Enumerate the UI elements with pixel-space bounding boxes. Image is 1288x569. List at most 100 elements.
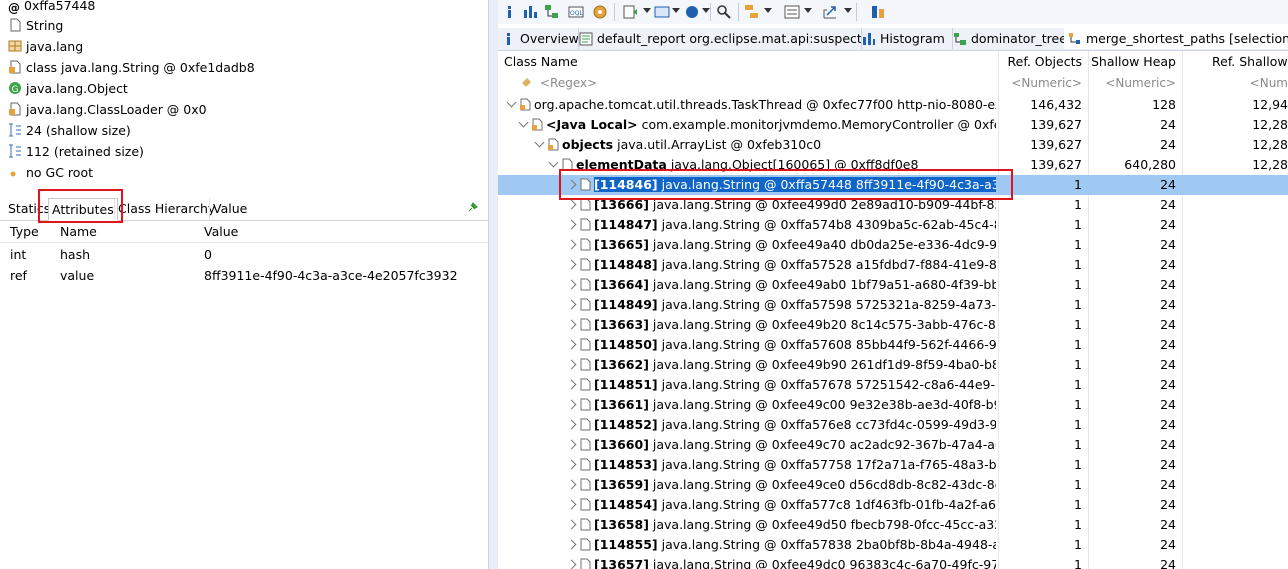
regex-filter-input[interactable]: <Regex> [540,73,980,93]
class-name-row[interactable]: String [8,16,63,36]
table-row[interactable]: [114852] java.lang.String @ 0xffa576e8 c… [498,415,1288,435]
ref-shallow-filter-input[interactable]: <Num [1182,73,1288,93]
chevron-right-icon[interactable] [566,559,577,569]
col-shallow-heap[interactable]: Shallow Heap [1088,51,1176,72]
table-row[interactable]: [13658] java.lang.String @ 0xfee49d50 fb… [498,515,1288,535]
table-row[interactable]: [13659] java.lang.String @ 0xfee49ce0 d5… [498,475,1288,495]
col-ref-objects[interactable]: Ref. Objects [998,51,1082,72]
table-row[interactable]: [114847] java.lang.String @ 0xffa574b8 4… [498,215,1288,235]
object-description: java.lang.String @ 0xffa574b8 4309ba5c-6… [657,217,996,232]
leak-suspects-icon[interactable] [684,4,700,20]
col-name[interactable]: Name [60,221,97,242]
table-row[interactable]: ref value 8ff3911e-4f90-4c3a-a3ce-4e2057… [0,265,488,286]
info-icon[interactable] [502,4,518,20]
table-row[interactable]: [13657] java.lang.String @ 0xfee49dc0 96… [498,555,1288,569]
table-row[interactable]: [13663] java.lang.String @ 0xfee49b20 8c… [498,315,1288,335]
object-address-row[interactable]: @0xffa57448 [8,0,95,16]
chevron-right-icon[interactable] [566,339,577,350]
pin-icon[interactable] [466,202,478,214]
chevron-right-icon[interactable] [566,519,577,530]
tab-value[interactable]: Value [209,198,250,219]
chevron-down-icon[interactable] [804,8,812,13]
chevron-down-icon[interactable] [548,157,559,168]
group-by-icon[interactable] [744,4,760,20]
tab-dominator-tree[interactable]: dominator_tree [949,28,1068,49]
chevron-right-icon[interactable] [566,279,577,290]
chevron-right-icon[interactable] [566,379,577,390]
chevron-right-icon[interactable] [566,259,577,270]
shallow-heap-cell: 24 [1160,237,1176,252]
class-name-cell: [114850] java.lang.String @ 0xffa57608 8… [594,335,996,355]
tab-class-hierarchy[interactable]: Class Hierarchy [114,198,218,219]
chevron-down-icon[interactable] [518,117,529,128]
chevron-right-icon[interactable] [566,199,577,210]
compare-icon[interactable] [870,4,886,20]
table-row[interactable]: int hash 0 [0,244,488,265]
histogram-icon[interactable] [522,4,538,20]
table-row[interactable]: [13661] java.lang.String @ 0xfee49c00 9e… [498,395,1288,415]
superclass-row[interactable]: Gjava.lang.Object [8,79,128,99]
table-row[interactable]: [13664] java.lang.String @ 0xfee49ab0 1b… [498,275,1288,295]
query-browser-icon[interactable] [654,4,670,20]
field-name: [13665] [594,237,649,252]
chevron-right-icon[interactable] [566,539,577,550]
ref-objects-filter-input[interactable]: <Numeric> [998,73,1082,93]
col-ref-shallow[interactable]: Ref. Shallow [1182,51,1288,72]
table-row[interactable]: org.apache.tomcat.util.threads.TaskThrea… [498,95,1288,115]
heap-dump-settings-icon[interactable] [592,4,608,20]
oql-icon[interactable]: OQL [568,4,584,20]
table-row[interactable]: [13665] java.lang.String @ 0xfee49a40 db… [498,235,1288,255]
table-row[interactable]: [114853] java.lang.String @ 0xffa57758 1… [498,455,1288,475]
chevron-down-icon[interactable] [506,97,517,108]
shallow-heap-filter-input[interactable]: <Numeric> [1088,73,1176,93]
chevron-down-icon[interactable] [534,137,545,148]
col-type[interactable]: Type [10,221,39,242]
chevron-down-icon[interactable] [672,8,680,13]
chevron-right-icon[interactable] [566,399,577,410]
table-row[interactable]: [114855] java.lang.String @ 0xffa57838 2… [498,535,1288,555]
export-icon[interactable] [822,4,838,20]
chevron-right-icon[interactable] [566,479,577,490]
chevron-right-icon[interactable] [566,299,577,310]
table-row[interactable]: [13660] java.lang.String @ 0xfee49c70 ac… [498,435,1288,455]
chevron-right-icon[interactable] [566,219,577,230]
chevron-right-icon[interactable] [566,459,577,470]
class-ref-row[interactable]: class java.lang.String @ 0xfe1dadb8 [8,58,255,78]
chevron-down-icon[interactable] [764,8,772,13]
class-file-icon [10,18,21,32]
object-description: java.lang.String @ 0xffa57528 a15fdbd7-f… [657,257,996,272]
class-name-text: [13663] java.lang.String @ 0xfee49b20 8c… [594,317,996,332]
tab-histogram[interactable]: Histogram [858,28,953,49]
tab-overview[interactable]: Overview [498,28,579,49]
chevron-right-icon[interactable] [566,239,577,250]
chevron-down-icon[interactable] [702,8,710,13]
run-report-icon[interactable] [622,4,638,20]
table-row[interactable]: objects java.util.ArrayList @ 0xfeb310c0… [498,135,1288,155]
col-value[interactable]: Value [204,221,238,242]
table-row[interactable]: [114851] java.lang.String @ 0xffa57678 5… [498,375,1288,395]
calculate-retained-icon[interactable] [784,4,800,20]
class-name-text: [13664] java.lang.String @ 0xfee49ab0 1b… [594,277,996,292]
dominator-tree-icon[interactable] [544,4,560,20]
chevron-down-icon[interactable] [844,8,852,13]
chevron-right-icon[interactable] [566,499,577,510]
chevron-right-icon[interactable] [566,439,577,450]
package-row[interactable]: java.lang [8,37,83,57]
tab-default-report[interactable]: default_report org.eclipse.mat.api:suspe… [575,28,862,49]
chevron-down-icon[interactable] [643,8,651,13]
search-icon[interactable] [716,4,732,20]
class-name-cell: [13665] java.lang.String @ 0xfee49a40 db… [594,235,996,255]
table-row[interactable]: [114848] java.lang.String @ 0xffa57528 a… [498,255,1288,275]
tab-merge-shortest-paths[interactable]: merge_shortest_paths [selection of [1064,28,1288,49]
table-row[interactable]: <Java Local> com.example.monitorjvmdemo.… [498,115,1288,135]
classloader-row[interactable]: java.lang.ClassLoader @ 0x0 [8,100,207,120]
col-class-name[interactable]: Class Name [504,51,994,72]
table-row[interactable]: [114849] java.lang.String @ 0xffa57598 5… [498,295,1288,315]
object-icon [580,558,591,569]
chevron-right-icon[interactable] [566,319,577,330]
chevron-right-icon[interactable] [566,419,577,430]
table-row[interactable]: [13662] java.lang.String @ 0xfee49b90 26… [498,355,1288,375]
table-row[interactable]: [114854] java.lang.String @ 0xffa577c8 1… [498,495,1288,515]
table-row[interactable]: [114850] java.lang.String @ 0xffa57608 8… [498,335,1288,355]
chevron-right-icon[interactable] [566,359,577,370]
